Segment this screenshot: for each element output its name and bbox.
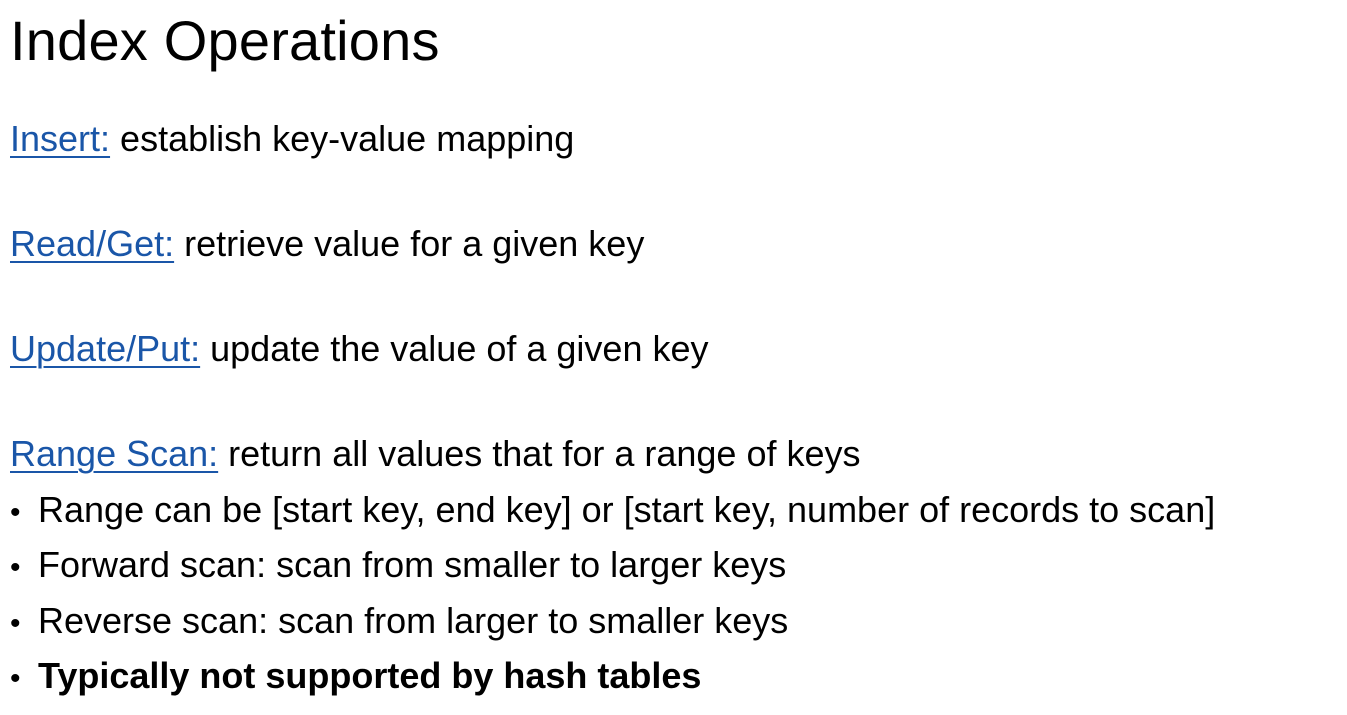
operation-range-scan: Range Scan: return all values that for a… — [10, 432, 861, 476]
bullet-marker: • — [10, 661, 21, 695]
read-get-link[interactable]: Read/Get: — [10, 223, 174, 264]
range-scan-bullet-list: • Range can be [start key, end key] or [… — [10, 484, 1215, 705]
bullet-marker: • — [10, 496, 21, 529]
operation-insert: Insert: establish key-value mapping — [10, 117, 574, 161]
bullet-text: Forward scan: scan from smaller to large… — [38, 544, 787, 586]
bullet-item: • Reverse scan: scan from larger to smal… — [10, 595, 1215, 650]
bullet-marker: • — [10, 551, 21, 585]
range-scan-description: return all values that for a range of ke… — [218, 433, 861, 474]
update-put-link[interactable]: Update/Put: — [10, 328, 200, 369]
insert-link[interactable]: Insert: — [10, 118, 110, 159]
bullet-item: • Range can be [start key, end key] or [… — [10, 484, 1215, 539]
bullet-text: Range can be [start key, end key] or [st… — [38, 489, 1216, 530]
range-scan-link[interactable]: Range Scan: — [10, 433, 218, 474]
bullet-marker: • — [10, 606, 21, 640]
operation-read-get: Read/Get: retrieve value for a given key — [10, 222, 644, 266]
update-put-description: update the value of a given key — [200, 328, 709, 369]
bullet-item: • Forward scan: scan from smaller to lar… — [10, 539, 1215, 594]
bullet-item: • Typically not supported by hash tables — [10, 650, 1215, 705]
read-get-description: retrieve value for a given key — [174, 223, 645, 264]
insert-description: establish key-value mapping — [110, 118, 575, 159]
page-title: Index Operations — [10, 9, 440, 72]
bullet-text: Typically not supported by hash tables — [38, 654, 702, 696]
bullet-text: Reverse scan: scan from larger to smalle… — [38, 599, 789, 641]
operation-update-put: Update/Put: update the value of a given … — [10, 327, 708, 371]
